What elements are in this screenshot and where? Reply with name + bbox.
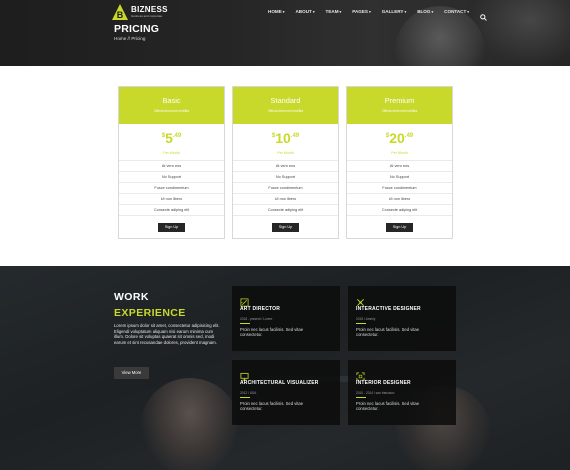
plan-feature: Ut non libero: [347, 194, 452, 205]
nav-item-blog[interactable]: BLOG▾: [417, 9, 433, 14]
breadcrumb: Home // Pricing: [114, 36, 146, 41]
plan-feature: Fusce condimentum: [347, 183, 452, 194]
experience-description: Proin nec lacus facilisis. Sed vitae con…: [240, 327, 304, 338]
monitor-icon: [240, 368, 249, 381]
pricing-section: Basic Officia deserunt mollitia $5.49 Pe…: [0, 66, 570, 266]
sign-up-button[interactable]: Sign Up: [158, 223, 185, 232]
experience-title: INTERACTIVE DESIGNER: [356, 306, 421, 312]
section-title-accent: EXPERIENCE: [114, 307, 186, 319]
section-description: Lorem ipsum dolor sit amet, consectetur …: [114, 323, 220, 345]
plan-feature: Consecte adiping elit: [233, 205, 338, 216]
logo[interactable]: B BIZNESS business and corporate: [112, 4, 168, 20]
main-nav: HOME▾ ABOUT▾ TEAM▾ PAGES▾ GALLERY▾ BLOG▾…: [268, 8, 487, 21]
svg-text:B: B: [117, 10, 124, 20]
plan-subtitle: Officia deserunt mollitia: [153, 109, 190, 113]
logo-name: BIZNESS: [131, 5, 168, 14]
plan-price: $20.49: [385, 130, 414, 146]
nav-item-about[interactable]: ABOUT▾: [295, 9, 314, 14]
expand-icon: [356, 368, 365, 381]
view-more-button[interactable]: View More: [114, 367, 149, 379]
experience-card: INTERACTIVE DESIGNER 2015 / Ammiy Proin …: [348, 286, 456, 351]
pricing-card-header: Basic Officia deserunt mollitia: [119, 87, 224, 124]
experience-meta: 2015 / Ammiy: [356, 317, 376, 321]
price-row: $10.49 Per Month: [233, 124, 338, 161]
plan-feature: At vero eos: [347, 161, 452, 172]
plan-feature: Ut non libero: [233, 194, 338, 205]
price-row: $20.49 Per Month: [347, 124, 452, 161]
logo-tagline: business and corporate: [131, 14, 163, 18]
caret-down-icon: ▾: [467, 10, 469, 14]
logo-icon: B: [112, 4, 128, 20]
plan-feature: No Support: [347, 172, 452, 183]
nav-item-home[interactable]: HOME▾: [268, 9, 284, 14]
experience-card: ART DIRECTOR 2018 - present / Lorem Proi…: [232, 286, 340, 351]
plan-feature: No Support: [119, 172, 224, 183]
search-icon[interactable]: [480, 8, 487, 21]
plan-feature: No Support: [233, 172, 338, 183]
price-row: $5.49 Per Month: [119, 124, 224, 161]
work-experience-section: WORK EXPERIENCE Lorem ipsum dolor sit am…: [0, 266, 570, 470]
experience-title: INTERIOR DESIGNER: [356, 380, 411, 386]
experience-title: ART DIRECTOR: [240, 306, 281, 312]
plan-subtitle: Officia deserunt mollitia: [267, 109, 304, 113]
experience-description: Proin nec lacus facilisis. Sed vitae con…: [356, 401, 420, 412]
pencil-ruler-icon: [240, 294, 249, 307]
plan-feature: Fusce condimentum: [233, 183, 338, 194]
plan-name: Standard: [270, 96, 301, 105]
nav-item-team[interactable]: TEAM▾: [326, 9, 342, 14]
nav-item-contact[interactable]: CONTACT▾: [444, 9, 469, 14]
plan-feature: Fusce condimentum: [119, 183, 224, 194]
caret-down-icon: ▾: [312, 10, 315, 14]
experience-meta: 2018 - present / Lorem: [240, 317, 273, 321]
plan-subtitle: Officia deserunt mollitia: [381, 109, 418, 113]
nav-item-gallery[interactable]: GALLERY▾: [382, 9, 406, 14]
plan-period: Per Month: [163, 151, 180, 155]
caret-down-icon: ▾: [339, 10, 342, 14]
plan-feature: Ut non libero: [119, 194, 224, 205]
plan-name: Premium: [384, 96, 415, 105]
experience-title: ARCHITECTURAL VISUALIZER: [240, 380, 319, 386]
experience-description: Proin nec lacus facilisis. Sed vitae con…: [356, 327, 420, 338]
plan-feature: At vero eos: [119, 161, 224, 172]
caret-down-icon: ▾: [369, 10, 371, 14]
experience-card: INTERIOR DESIGNER 2010 - 2014 / san fran…: [348, 360, 456, 425]
pricing-card-header: Standard Officia deserunt mollitia: [233, 87, 338, 124]
plan-price: $10.49: [271, 130, 300, 146]
experience-card: ARCHITECTURAL VISUALIZER 2012 / USA Proi…: [232, 360, 340, 425]
pricing-card-basic: Basic Officia deserunt mollitia $5.49 Pe…: [118, 86, 225, 239]
caret-down-icon: ▾: [404, 10, 407, 14]
sign-up-button[interactable]: Sign Up: [386, 223, 413, 232]
plan-feature: Consecte adiping elit: [119, 205, 224, 216]
section-title: WORK: [114, 291, 149, 303]
pricing-card-header: Premium Officia deserunt mollitia: [347, 87, 452, 124]
page: B BIZNESS business and corporate HOME▾ A…: [0, 0, 570, 470]
pen-tool-icon: [356, 294, 365, 306]
sign-up-button[interactable]: Sign Up: [272, 223, 299, 232]
plan-period: Per Month: [391, 151, 408, 155]
caret-down-icon: ▾: [431, 10, 434, 14]
page-title: PRICING: [114, 23, 160, 35]
experience-description: Proin nec lacus facilisis. Sed vitae con…: [240, 401, 304, 412]
pricing-card-standard: Standard Officia deserunt mollitia $10.4…: [232, 86, 339, 239]
plan-name: Basic: [162, 96, 181, 105]
plan-price: $5.49: [161, 130, 182, 146]
plan-period: Per Month: [277, 151, 294, 155]
pricing-card-premium: Premium Officia deserunt mollitia $20.49…: [346, 86, 453, 239]
plan-feature: At vero eos: [233, 161, 338, 172]
nav-item-pages[interactable]: PAGES▾: [352, 9, 370, 14]
experience-meta: 2010 - 2014 / san francisco: [356, 391, 395, 395]
page-header: B BIZNESS business and corporate HOME▾ A…: [0, 0, 570, 66]
caret-down-icon: ▾: [282, 10, 285, 14]
experience-meta: 2012 / USA: [240, 391, 257, 395]
plan-feature: Consecte adiping elit: [347, 205, 452, 216]
